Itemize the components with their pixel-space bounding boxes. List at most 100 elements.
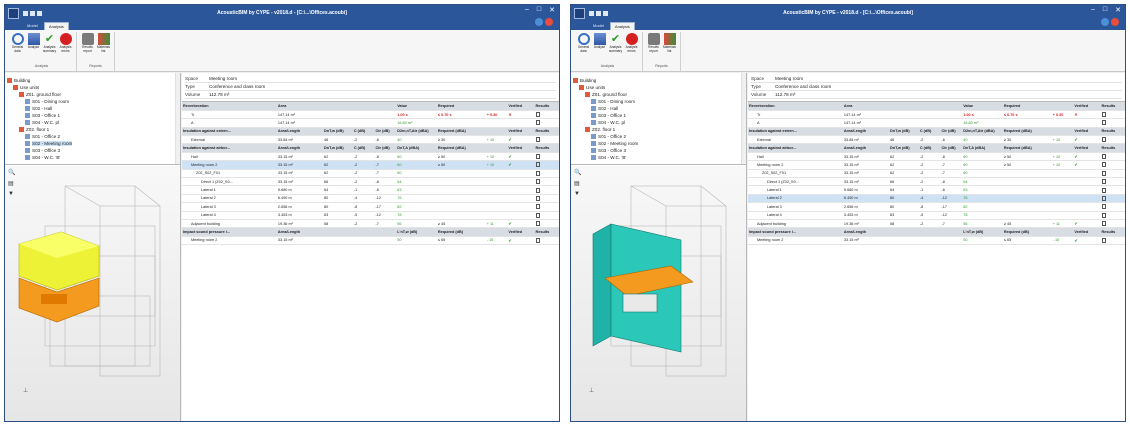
tree-item[interactable]: Z01. ground floor bbox=[7, 91, 178, 98]
airborne-row[interactable]: Lateral 2 6.490 m 80 -4 -12 76 bbox=[748, 194, 1125, 204]
tree-item[interactable]: Building bbox=[7, 77, 178, 84]
report-icon[interactable] bbox=[535, 170, 540, 176]
section-insulation-airborne[interactable]: Insulation against airbor... Area/Length D… bbox=[748, 143, 1125, 153]
airborne-row[interactable]: Lateral 2 6.490 m 80 -4 -12 76 bbox=[182, 194, 559, 204]
report-icon[interactable] bbox=[535, 212, 540, 218]
report-icon[interactable] bbox=[535, 195, 540, 201]
report-icon[interactable] bbox=[1101, 179, 1106, 185]
tree-item[interactable]: S02 - Hall bbox=[573, 105, 744, 112]
report-icon[interactable] bbox=[535, 187, 540, 193]
report-icon[interactable] bbox=[535, 120, 540, 126]
close-button[interactable]: ✕ bbox=[1115, 6, 1121, 14]
minimize-button[interactable]: – bbox=[525, 6, 529, 14]
tree-item[interactable]: S04 - W.C. 'B' bbox=[7, 154, 178, 161]
tree-item[interactable]: S03 - Office 3 bbox=[573, 147, 744, 154]
filter-icon[interactable]: ▼ bbox=[8, 191, 15, 197]
row-impact-meeting[interactable]: Meeting room 2 33.15 m² 50 ≤ 65- 15 ✔ bbox=[182, 236, 559, 246]
3d-view[interactable]: 🔍 ▤ ▼ ⊥ bbox=[5, 166, 180, 421]
airborne-row[interactable]: Adjacent building 19.36 m² 58 -2 -7 56 ≥ 45 + 1… bbox=[748, 219, 1125, 229]
airborne-row[interactable]: Lateral 4 3.453 m 83 -5 -12 78 bbox=[182, 211, 559, 220]
report-icon[interactable] bbox=[1101, 204, 1106, 210]
airborne-row[interactable]: Lateral 1 5.680 m 64 -1 -6 63 bbox=[182, 185, 559, 195]
airborne-row[interactable]: Lateral 3 2.656 m 80 -8 -17 82 bbox=[182, 202, 559, 212]
analysis-summary-button[interactable]: ✔ Analysis summary bbox=[608, 32, 623, 64]
layers-icon[interactable]: ▤ bbox=[8, 180, 15, 187]
tree-item[interactable]: S02 - Hall bbox=[7, 105, 178, 112]
tab-analysis[interactable]: Analysis bbox=[609, 22, 635, 30]
report-icon[interactable] bbox=[1101, 120, 1106, 126]
tree-scrollbar[interactable] bbox=[741, 73, 746, 164]
analysis-errors-button[interactable]: Analysis errors bbox=[624, 32, 639, 64]
results-report-button[interactable]: Results report bbox=[80, 32, 95, 64]
airborne-row[interactable]: Z02_S02_F01 33.15 m² 62 -2 -7 60 bbox=[182, 169, 559, 179]
section-insulation-external[interactable]: Insulation against extern... Area/Length D… bbox=[182, 127, 559, 137]
help-icon[interactable] bbox=[535, 18, 543, 26]
row-a[interactable]: A 147.14 m² 16.80 m² bbox=[748, 118, 1125, 128]
row-tr[interactable]: Tr 147.14 m² 1.00 s ≤ 0.70 s + 0.30 ✕ bbox=[182, 110, 559, 120]
airborne-row[interactable]: Adjacent building 19.36 m² 58 -2 -7 56 ≥ 45 + 1… bbox=[182, 219, 559, 229]
airborne-row[interactable]: Z02_S02_F01 33.15 m² 62 -2 -7 60 bbox=[748, 169, 1125, 179]
update-icon[interactable] bbox=[545, 18, 553, 26]
section-insulation-external[interactable]: Insulation against extern... Area/Length D… bbox=[748, 127, 1125, 137]
tree-item[interactable]: Z02. floor 1 bbox=[7, 126, 178, 133]
tab-model[interactable]: Model bbox=[589, 22, 608, 30]
tree-item[interactable]: S04 - W.C. pl bbox=[573, 119, 744, 126]
report-icon[interactable] bbox=[535, 137, 540, 143]
report-icon[interactable] bbox=[535, 204, 540, 210]
row-external[interactable]: External 33.84 m² 46 -2 -6 40 ≥ 30 + 10 ✔ bbox=[748, 135, 1125, 145]
materials-list-button[interactable]: Materials list bbox=[662, 32, 677, 64]
airborne-row[interactable]: Lateral 4 3.453 m 83 -5 -12 78 bbox=[748, 211, 1125, 220]
filter-icon[interactable]: ▼ bbox=[574, 191, 581, 197]
zoom-icon[interactable]: 🔍 bbox=[8, 169, 15, 176]
report-icon[interactable] bbox=[1101, 195, 1106, 201]
report-icon[interactable] bbox=[1101, 137, 1106, 143]
maximize-button[interactable]: □ bbox=[1103, 6, 1107, 14]
airborne-row[interactable]: Meeting room 2 33.15 m² 62 -2 -7 60 ≥ 50 + 10 ✔ bbox=[748, 160, 1125, 170]
report-icon[interactable] bbox=[1101, 221, 1106, 227]
zoom-icon[interactable]: 🔍 bbox=[574, 169, 581, 176]
materials-list-button[interactable]: Materials list bbox=[96, 32, 111, 64]
update-icon[interactable] bbox=[1111, 18, 1119, 26]
airborne-row[interactable]: Hall 33.15 m² 62 -2 -8 60 ≥ 50 + 10 ✔ bbox=[748, 152, 1125, 162]
tree-item[interactable]: S01 - Dining room bbox=[7, 98, 178, 105]
tree-item[interactable]: S04 - W.C. 'B' bbox=[573, 154, 744, 161]
3d-view[interactable]: 🔍 ▤ ▼ ⊥ bbox=[571, 166, 746, 421]
tree-item[interactable]: S04 - W.C. pl bbox=[7, 119, 178, 126]
report-icon[interactable] bbox=[1101, 187, 1106, 193]
tree-item[interactable]: S03 - Office 1 bbox=[7, 112, 178, 119]
report-icon[interactable] bbox=[535, 162, 540, 168]
report-icon[interactable] bbox=[535, 237, 540, 243]
tree-item[interactable]: S03 - Office 1 bbox=[573, 112, 744, 119]
tree-item[interactable]: S01 - Office 2 bbox=[573, 133, 744, 140]
tree-item[interactable]: S01 - Office 2 bbox=[7, 133, 178, 140]
tree-item[interactable]: Use units bbox=[7, 84, 178, 91]
report-icon[interactable] bbox=[1101, 154, 1106, 160]
tree-item[interactable]: Z02. floor 1 bbox=[573, 126, 744, 133]
report-icon[interactable] bbox=[535, 221, 540, 227]
tree-item[interactable]: Z01. ground floor bbox=[573, 91, 744, 98]
analysis-errors-button[interactable]: Analysis errors bbox=[58, 32, 73, 64]
airborne-row[interactable]: Lateral 3 2.656 m 80 -8 -17 82 bbox=[748, 202, 1125, 212]
tree-item[interactable]: S02 - Meeting room bbox=[7, 140, 178, 147]
report-icon[interactable] bbox=[1101, 212, 1106, 218]
tab-model[interactable]: Model bbox=[23, 22, 42, 30]
airborne-row[interactable]: Direct 1 (Z02_S0... 33.15 m² 66 -2 -8 64 bbox=[182, 177, 559, 187]
general-data-button[interactable]: General data bbox=[576, 32, 591, 64]
row-a[interactable]: A 147.14 m² 16.80 m² bbox=[182, 118, 559, 128]
minimize-button[interactable]: – bbox=[1091, 6, 1095, 14]
airborne-row[interactable]: Lateral 1 5.680 m 64 -1 -6 63 bbox=[748, 185, 1125, 195]
tree-item[interactable]: Building bbox=[573, 77, 744, 84]
tree-item[interactable]: Use units bbox=[573, 84, 744, 91]
help-icon[interactable] bbox=[1101, 18, 1109, 26]
close-button[interactable]: ✕ bbox=[549, 6, 555, 14]
airborne-row[interactable]: Meeting room 2 33.15 m² 62 -2 -7 60 ≥ 50 + 10 ✔ bbox=[182, 160, 559, 170]
general-data-button[interactable]: General data bbox=[10, 32, 25, 64]
report-icon[interactable] bbox=[535, 154, 540, 160]
tab-analysis[interactable]: Analysis bbox=[43, 22, 69, 30]
section-reverberation[interactable]: Reverberation Area Value Required Verified Re… bbox=[182, 102, 559, 111]
report-icon[interactable] bbox=[1101, 112, 1106, 118]
airborne-row[interactable]: Direct 1 (Z02_S0... 33.15 m² 66 -2 -8 64 bbox=[748, 177, 1125, 187]
row-impact-meeting[interactable]: Meeting room 2 33.15 m² 50 ≤ 65- 15 ✔ bbox=[748, 236, 1125, 246]
analysis-summary-button[interactable]: ✔ Analysis summary bbox=[42, 32, 57, 64]
report-icon[interactable] bbox=[535, 112, 540, 118]
